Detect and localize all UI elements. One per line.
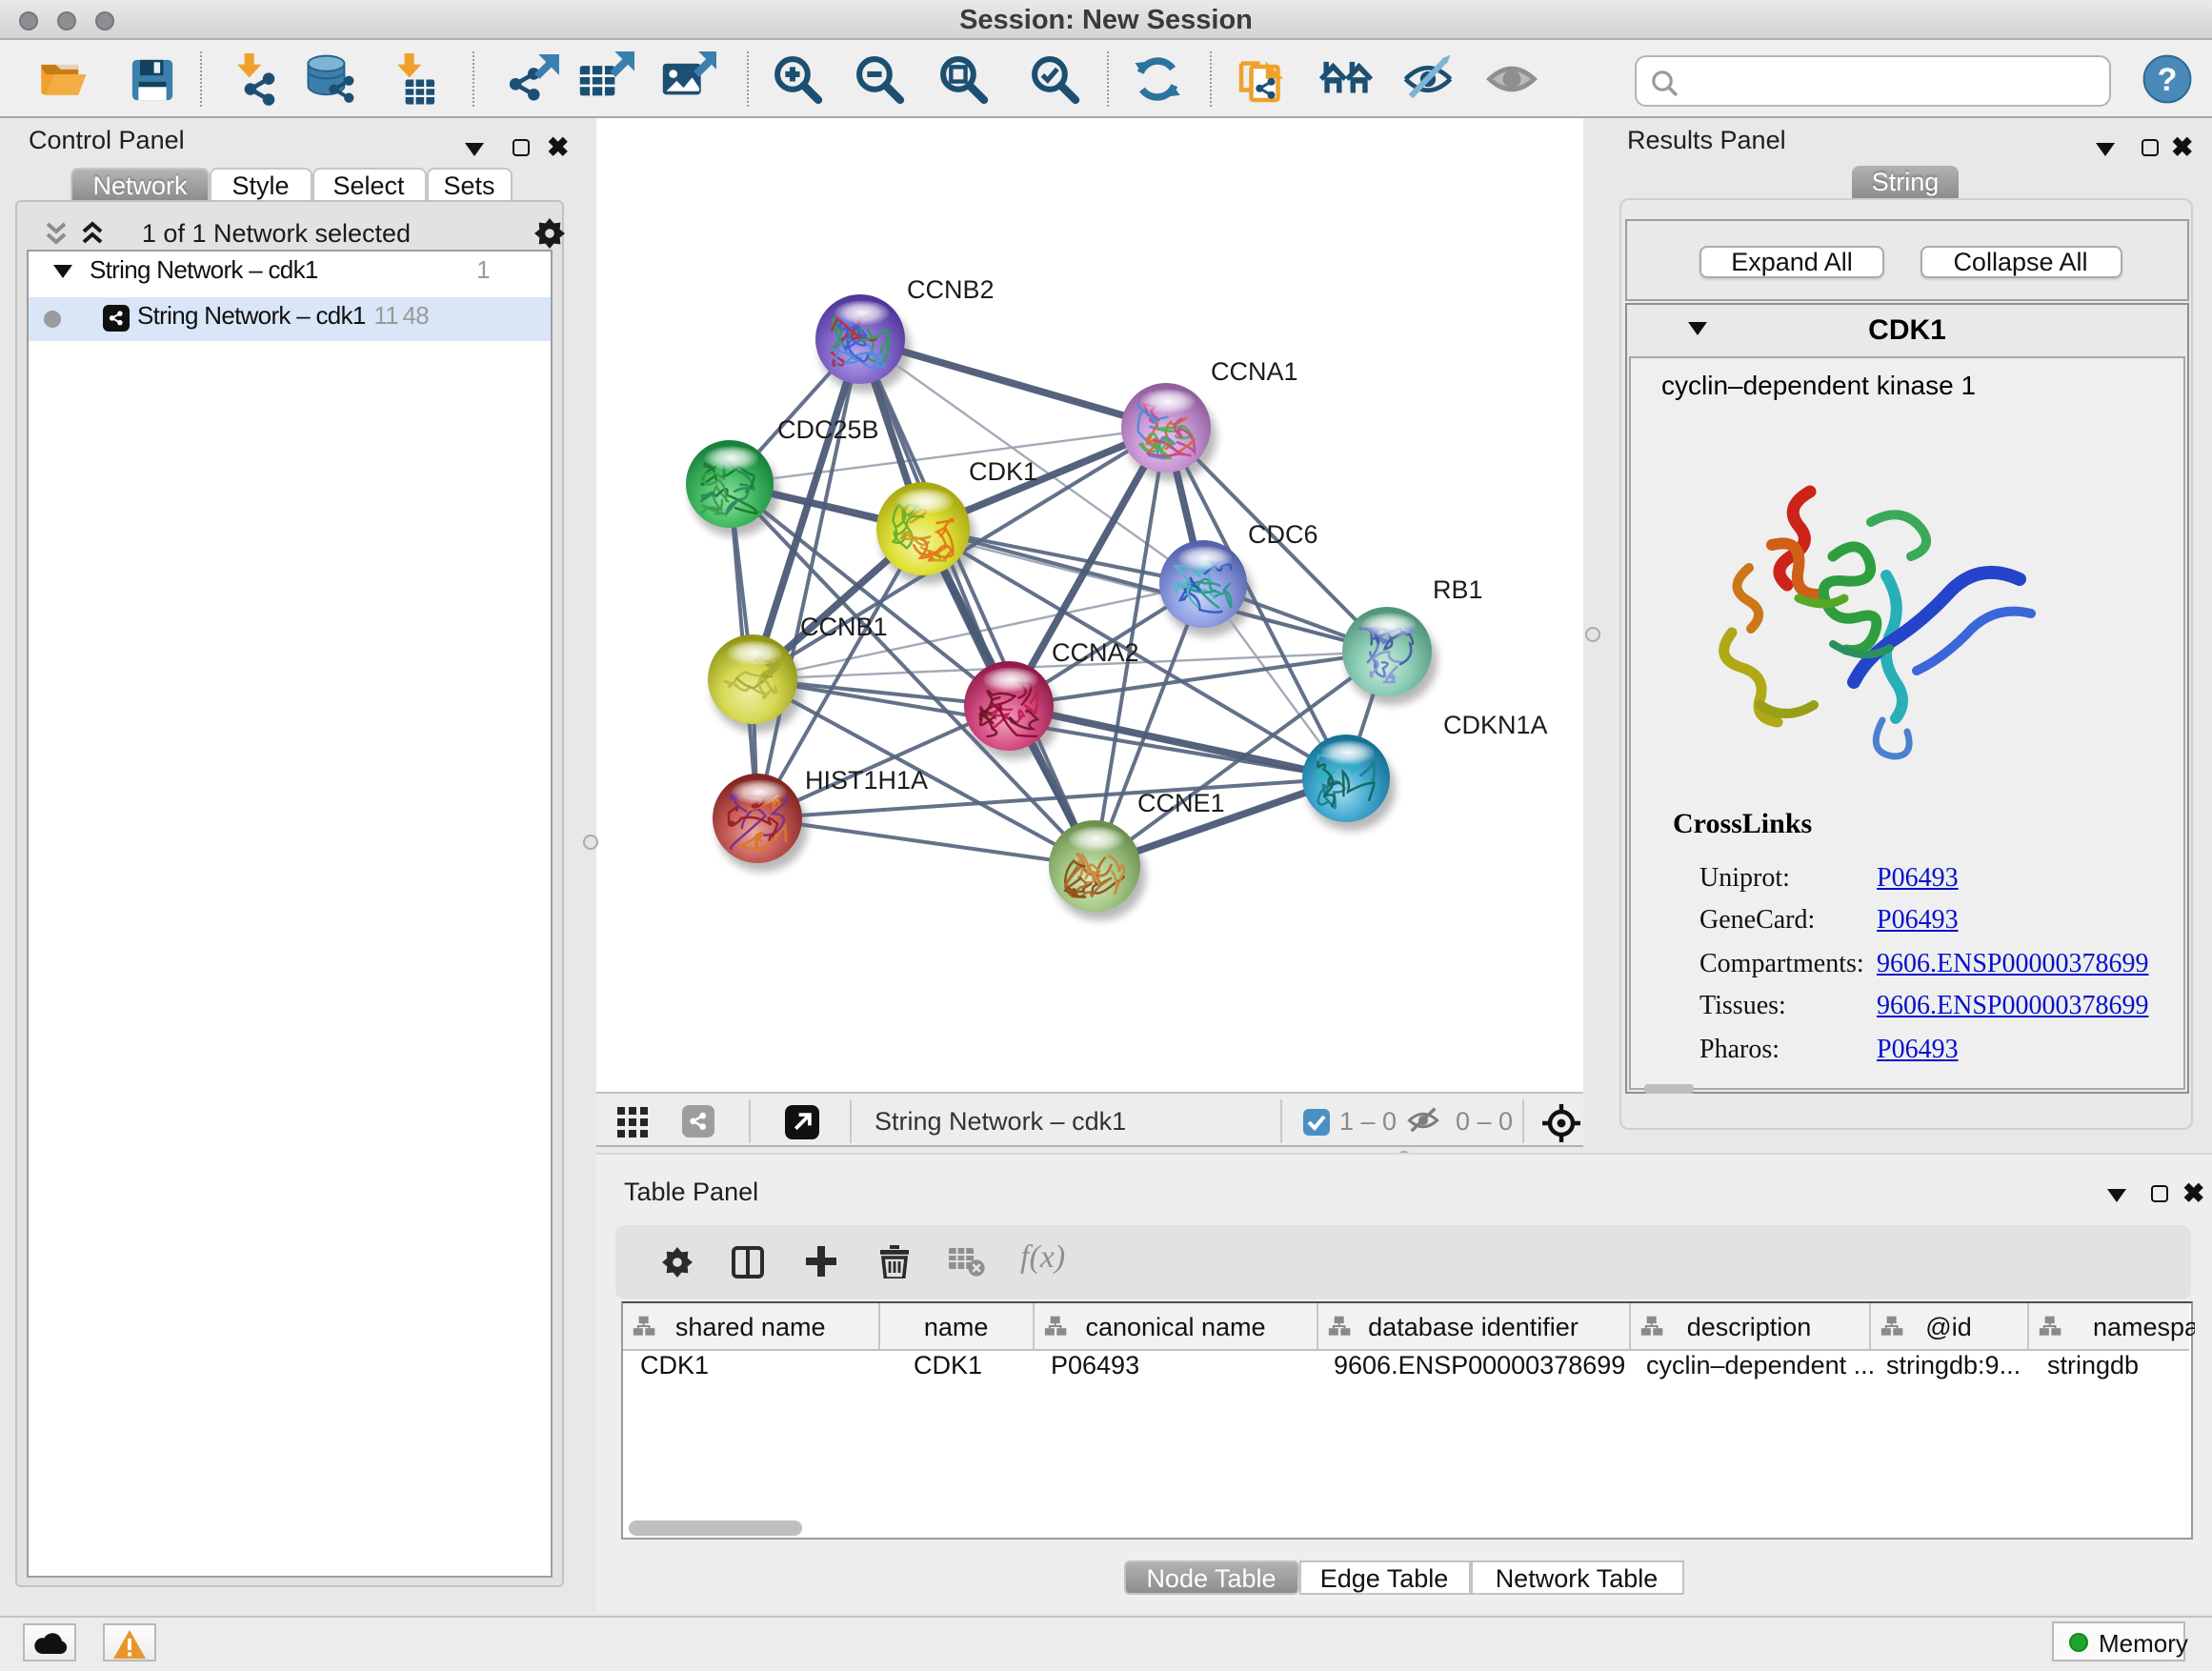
svg-text:CDC25B: CDC25B xyxy=(777,415,879,444)
svg-text:CCNA2: CCNA2 xyxy=(1052,638,1139,667)
svg-text:CCNB2: CCNB2 xyxy=(907,275,995,304)
svg-text:HIST1H1A: HIST1H1A xyxy=(805,766,928,795)
svg-text:CCNE1: CCNE1 xyxy=(1137,789,1225,817)
svg-text:CDKN1A: CDKN1A xyxy=(1443,711,1548,739)
svg-text:CDK1: CDK1 xyxy=(969,457,1037,486)
svg-text:CCNA1: CCNA1 xyxy=(1211,357,1298,386)
svg-text:CCNB1: CCNB1 xyxy=(800,613,888,641)
svg-text:CDC6: CDC6 xyxy=(1248,520,1318,549)
svg-text:?: ? xyxy=(2157,61,2177,97)
svg-text:RB1: RB1 xyxy=(1433,575,1483,604)
